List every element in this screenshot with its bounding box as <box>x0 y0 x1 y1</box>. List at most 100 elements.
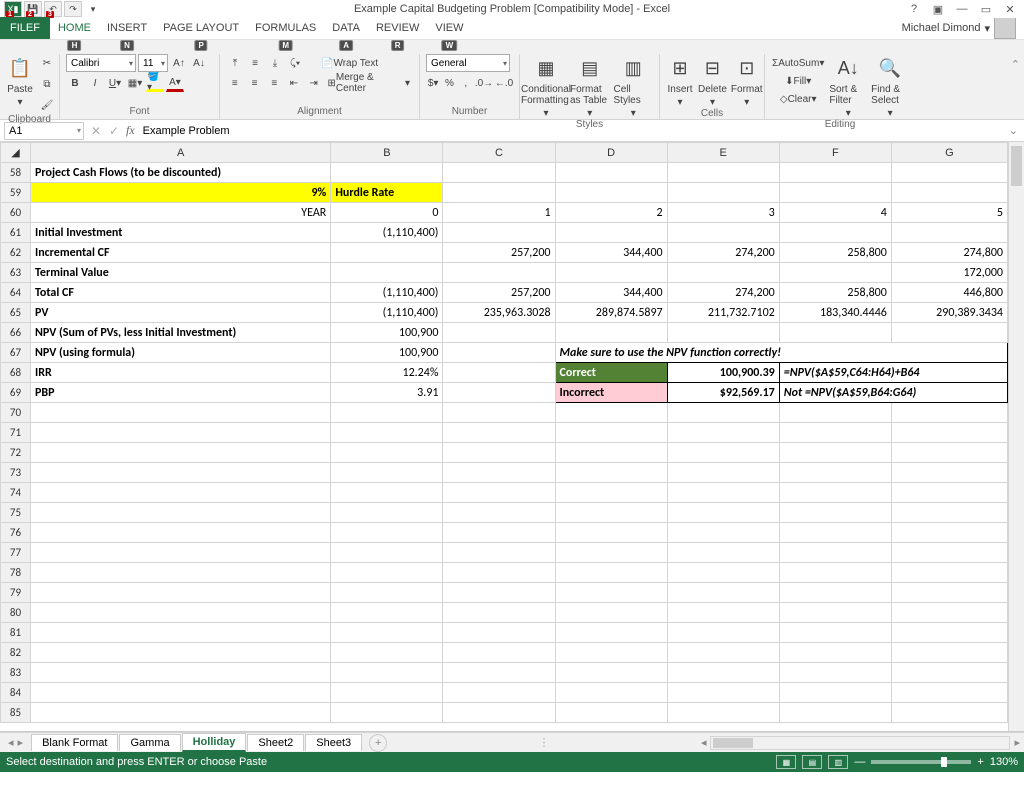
paste-button[interactable]: 📋Paste▾ <box>6 54 34 114</box>
cell[interactable] <box>779 263 891 283</box>
cell[interactable] <box>667 403 779 423</box>
cell[interactable] <box>555 403 667 423</box>
cell[interactable] <box>891 443 1007 463</box>
font-name-combo[interactable]: Calibri <box>66 54 136 72</box>
cell[interactable]: Incremental CF <box>31 243 331 263</box>
comma-format-icon[interactable]: , <box>459 74 473 92</box>
cell[interactable]: 258,800 <box>779 283 891 303</box>
cell[interactable] <box>555 643 667 663</box>
cell[interactable] <box>779 663 891 683</box>
cell[interactable] <box>331 703 443 723</box>
close-icon[interactable]: ✕ <box>1000 1 1020 17</box>
cell[interactable]: Project Cash Flows (to be discounted) <box>31 163 331 183</box>
zoom-level[interactable]: 130% <box>990 756 1018 768</box>
cell[interactable]: Not =NPV($A$59,B64:G64) <box>779 383 1007 403</box>
cell[interactable]: (1,110,400) <box>331 283 443 303</box>
cell[interactable] <box>31 523 331 543</box>
cell[interactable] <box>443 323 555 343</box>
cell[interactable]: 1 <box>443 203 555 223</box>
cell[interactable] <box>891 703 1007 723</box>
cell[interactable]: PV <box>31 303 331 323</box>
fill-color-icon[interactable]: 🪣▾ <box>146 74 164 92</box>
delete-cells-button[interactable]: ⊟Delete▾ <box>698 54 727 108</box>
cell[interactable] <box>667 543 779 563</box>
cell[interactable] <box>443 623 555 643</box>
bold-icon[interactable]: B <box>66 74 84 92</box>
cell[interactable] <box>555 483 667 503</box>
border-icon[interactable]: ▦▾ <box>126 74 144 92</box>
cell[interactable] <box>667 583 779 603</box>
sheet-tab[interactable]: Blank Format <box>31 734 118 751</box>
col-header[interactable]: A <box>31 143 331 163</box>
row-header[interactable]: 80 <box>1 603 31 623</box>
vertical-scrollbar[interactable]: ▴ <box>1008 142 1024 731</box>
row-header[interactable]: 73 <box>1 463 31 483</box>
cell[interactable] <box>667 603 779 623</box>
cell[interactable] <box>891 623 1007 643</box>
tab-view[interactable]: VIEWW <box>427 17 471 39</box>
tab-page-layout[interactable]: PAGE LAYOUTP <box>155 17 247 39</box>
cell[interactable] <box>667 663 779 683</box>
cell-styles-button[interactable]: ▥Cell Styles▾ <box>614 54 654 119</box>
row-header[interactable]: 76 <box>1 523 31 543</box>
cell[interactable] <box>331 263 443 283</box>
cell[interactable]: $92,569.17 <box>667 383 779 403</box>
row-header[interactable]: 81 <box>1 623 31 643</box>
account-name[interactable]: Michael Dimond ▾ <box>902 17 1024 39</box>
tab-review[interactable]: REVIEWR <box>368 17 427 39</box>
cell[interactable] <box>443 563 555 583</box>
cell[interactable] <box>31 623 331 643</box>
cell[interactable]: YEAR <box>31 203 331 223</box>
name-box[interactable]: A1 <box>4 122 84 140</box>
cell[interactable] <box>555 523 667 543</box>
cell[interactable]: NPV (Sum of PVs, less Initial Investment… <box>31 323 331 343</box>
row-header[interactable]: 82 <box>1 643 31 663</box>
spreadsheet-grid[interactable]: ◢ A B C D E F G 58Project Cash Flows (to… <box>0 142 1024 732</box>
row-header[interactable]: 85 <box>1 703 31 723</box>
hscroll-left-icon[interactable]: ◂ <box>701 736 707 749</box>
cell[interactable]: 9% <box>31 183 331 203</box>
cell[interactable]: IRR <box>31 363 331 383</box>
cell[interactable] <box>891 483 1007 503</box>
row-header[interactable]: 62 <box>1 243 31 263</box>
insert-cells-button[interactable]: ⊞Insert▾ <box>666 54 694 108</box>
save-icon[interactable]: 💾2 <box>24 1 42 17</box>
find-select-button[interactable]: 🔍Find & Select▾ <box>871 54 909 119</box>
cell[interactable] <box>331 523 443 543</box>
row-header[interactable]: 75 <box>1 503 31 523</box>
cell[interactable] <box>331 683 443 703</box>
cell[interactable] <box>555 563 667 583</box>
cell[interactable] <box>555 623 667 643</box>
cell[interactable] <box>331 603 443 623</box>
cell[interactable] <box>667 563 779 583</box>
cell[interactable]: 4 <box>779 203 891 223</box>
cell[interactable] <box>331 563 443 583</box>
cell[interactable] <box>331 243 443 263</box>
cell[interactable]: 100,900 <box>331 343 443 363</box>
row-header[interactable]: 79 <box>1 583 31 603</box>
cell[interactable] <box>31 543 331 563</box>
cell[interactable] <box>667 183 779 203</box>
row-header[interactable]: 63 <box>1 263 31 283</box>
cell[interactable] <box>667 503 779 523</box>
cell[interactable] <box>555 463 667 483</box>
cell[interactable] <box>667 463 779 483</box>
cell[interactable] <box>779 223 891 243</box>
cell[interactable] <box>31 503 331 523</box>
page-layout-view-icon[interactable]: ▤ <box>802 755 822 769</box>
cell[interactable]: 5 <box>891 203 1007 223</box>
cell[interactable] <box>779 323 891 343</box>
cell[interactable]: 3 <box>667 203 779 223</box>
align-right-icon[interactable]: ≡ <box>265 74 283 92</box>
number-format-combo[interactable]: General <box>426 54 510 72</box>
cell[interactable]: Correct <box>555 363 667 383</box>
cell[interactable] <box>667 623 779 643</box>
cell[interactable] <box>443 603 555 623</box>
new-sheet-button[interactable]: + <box>369 734 387 752</box>
format-cells-button[interactable]: ⊡Format▾ <box>731 54 763 108</box>
cell[interactable] <box>443 443 555 463</box>
row-header[interactable]: 71 <box>1 423 31 443</box>
cell[interactable] <box>667 323 779 343</box>
fill-button[interactable]: ⬇ Fill▾ <box>771 72 825 90</box>
row-header[interactable]: 77 <box>1 543 31 563</box>
